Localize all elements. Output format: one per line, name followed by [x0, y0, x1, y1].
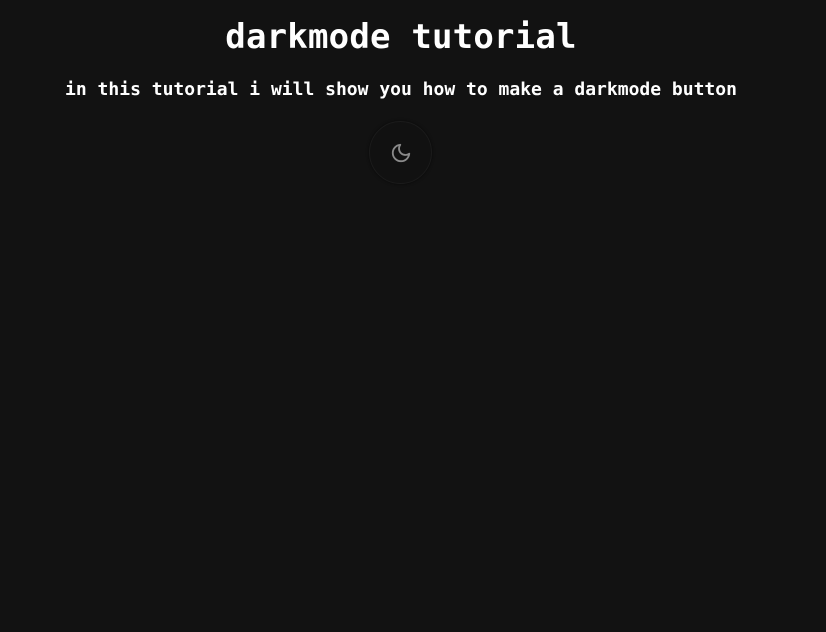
page-content: darkmode tutorial in this tutorial i wil… — [0, 0, 802, 632]
darkmode-toggle-button[interactable] — [369, 121, 432, 184]
page-title: darkmode tutorial — [225, 17, 577, 57]
moon-icon — [390, 142, 412, 164]
page-subtitle: in this tutorial i will show you how to … — [65, 79, 737, 100]
